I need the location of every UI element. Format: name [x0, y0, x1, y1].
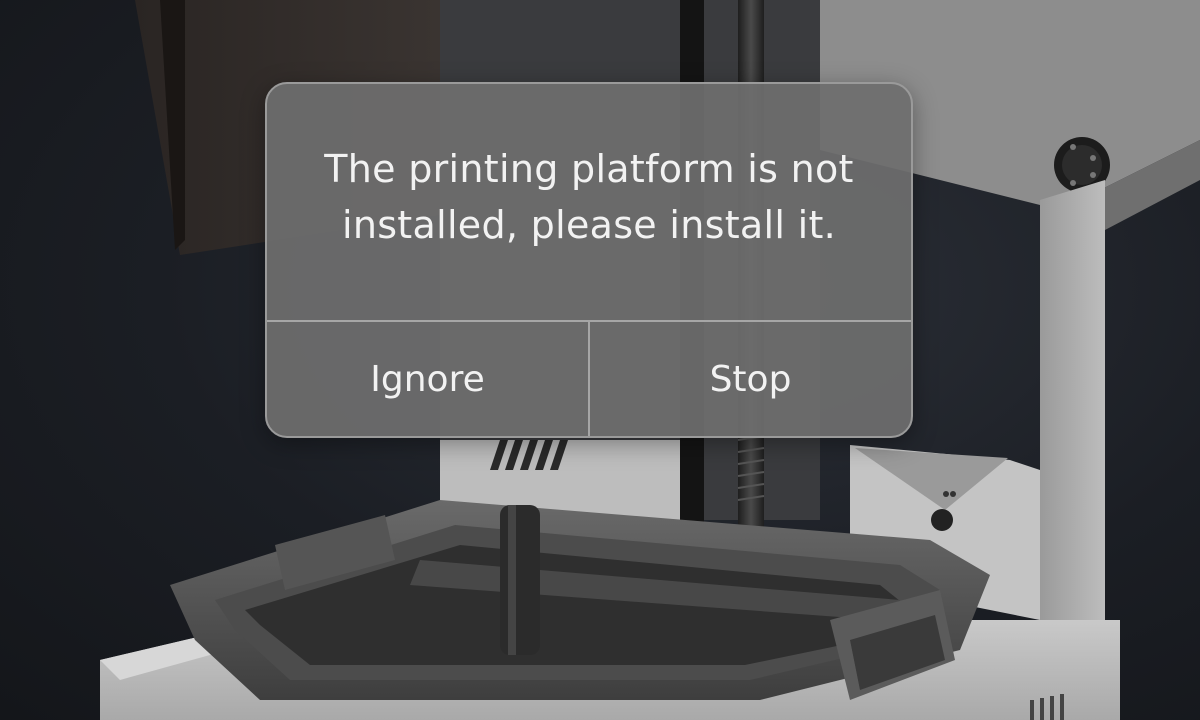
ignore-button[interactable]: Ignore [267, 322, 588, 436]
dialog-message: The printing platform is not installed, … [324, 147, 854, 247]
dialog-actions: Ignore Stop [267, 320, 911, 436]
alert-dialog: The printing platform is not installed, … [265, 82, 913, 438]
printer-screen: The printing platform is not installed, … [0, 0, 1200, 720]
dialog-body: The printing platform is not installed, … [267, 84, 911, 322]
stop-button[interactable]: Stop [588, 322, 911, 436]
